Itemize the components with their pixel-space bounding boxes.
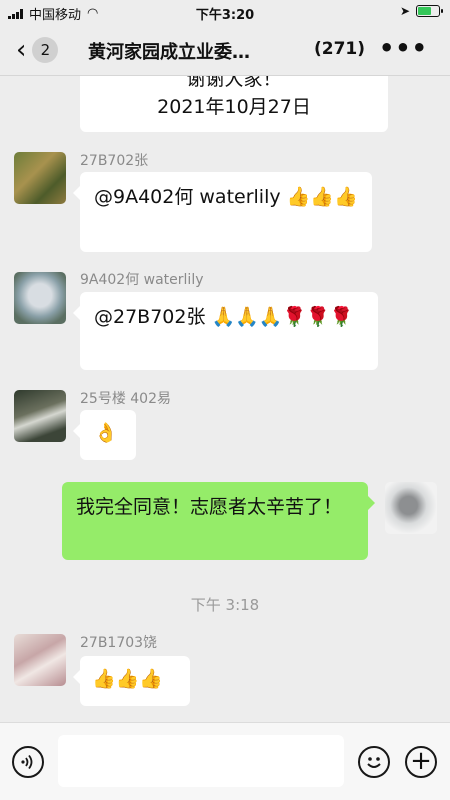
avatar[interactable] <box>14 634 66 686</box>
sender-name: 27B1703饶 <box>80 635 158 651</box>
sender-name: 27B702张 <box>80 153 149 169</box>
message-text: @9A402何 waterlily <box>94 186 281 208</box>
timestamp: 下午 3:18 <box>190 596 260 614</box>
message-text: @27B702张 <box>94 306 206 328</box>
emoji-button[interactable] <box>358 746 390 778</box>
sender-name: 9A402何 waterlily <box>80 272 204 288</box>
avatar[interactable] <box>14 390 66 442</box>
emoji-thumbs-up: 👍👍👍 <box>92 668 163 690</box>
message-input[interactable] <box>58 735 344 787</box>
status-time: 下午3:20 <box>195 8 255 23</box>
chat-header: ‹ 2 黄河家园成立业委… (271) ••• <box>0 24 450 76</box>
message-text: 我完全同意！志愿者太辛苦了！ <box>76 496 343 518</box>
location-icon: ➤ <box>399 4 410 18</box>
voice-icon <box>21 754 33 770</box>
chevron-left-icon: ‹ <box>16 35 27 65</box>
plus-icon: + <box>410 746 432 776</box>
message-bubble[interactable]: @27B702张 🙏🙏🙏🌹🌹🌹 <box>73 292 378 370</box>
sender-name: 25号楼 402易 <box>80 391 171 407</box>
message-bubble[interactable]: 谢谢大家！ 2021年10月27日 <box>80 76 388 132</box>
status-bar: 中国移动 ◠ 下午3:20 ➤ <box>0 0 450 24</box>
battery-icon <box>416 5 443 17</box>
back-button[interactable]: ‹ 2 <box>16 35 59 65</box>
voice-button[interactable] <box>12 746 44 778</box>
message-text: 2021年10月27日 <box>157 96 311 118</box>
message-bubble[interactable]: 👍👍👍 <box>73 656 190 706</box>
emoji-face-icon <box>367 757 381 768</box>
plus-button[interactable]: + <box>405 746 437 778</box>
avatar[interactable] <box>14 152 66 204</box>
emoji-pray-rose: 🙏🙏🙏🌹🌹🌹 <box>211 306 354 328</box>
more-dots-icon[interactable]: ••• <box>379 34 428 62</box>
message-bubble[interactable]: @9A402何 waterlily 👍👍👍 <box>73 172 372 252</box>
avatar[interactable] <box>14 272 66 324</box>
message-list[interactable]: 谢谢大家！ 2021年10月27日 27B702张 @9A402何 waterl… <box>0 76 450 722</box>
unread-badge: 2 <box>32 37 59 63</box>
message-bubble[interactable]: 👌 <box>73 410 136 460</box>
avatar[interactable] <box>385 482 437 534</box>
emoji-ok-hand: 👌 <box>94 422 118 444</box>
message-bubble-outgoing[interactable]: 我完全同意！志愿者太辛苦了！ <box>62 482 375 560</box>
emoji-thumbs-up: 👍👍👍 <box>286 186 358 208</box>
input-bar: + <box>0 722 450 800</box>
chat-title[interactable]: 黄河家园成立业委… <box>88 38 298 64</box>
member-count: (271) <box>314 39 366 59</box>
